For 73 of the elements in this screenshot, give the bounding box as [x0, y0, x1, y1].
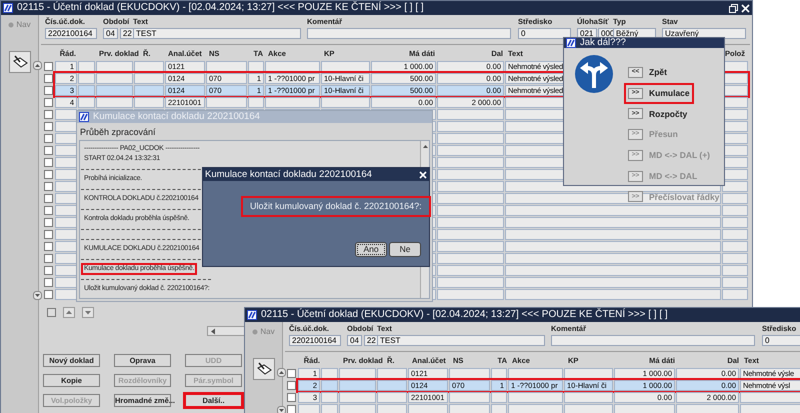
- checkbox[interactable]: [44, 242, 53, 251]
- pen-paper-icon: [256, 362, 272, 376]
- horizontal-scrollbar[interactable]: [207, 326, 247, 336]
- checkbox[interactable]: [44, 110, 53, 119]
- input-field[interactable]: 0: [518, 28, 571, 39]
- option-label: MD <-> DAL: [649, 170, 698, 182]
- option-label: Přesun: [649, 128, 678, 141]
- dialog-title: Kumulace kontací dokladu 2202100164: [205, 170, 372, 180]
- app-logo-icon: [79, 112, 89, 122]
- checkbox[interactable]: [44, 86, 53, 95]
- scroll-up-icon[interactable]: [277, 368, 286, 377]
- app-logo-icon: [566, 38, 576, 48]
- input-field[interactable]: 04: [347, 335, 362, 346]
- scroll-down-icon[interactable]: [277, 406, 286, 413]
- checkbox[interactable]: [287, 393, 296, 402]
- checkbox[interactable]: [44, 122, 53, 131]
- input-field[interactable]: 0: [762, 335, 800, 346]
- input-field[interactable]: 04: [103, 28, 118, 39]
- nav-dot-icon: [8, 22, 14, 28]
- checkbox[interactable]: [44, 194, 53, 203]
- checkbox[interactable]: [44, 74, 53, 83]
- nav-dot-icon: [252, 329, 258, 335]
- input-field[interactable]: [307, 28, 511, 39]
- checkbox[interactable]: [44, 134, 53, 143]
- option-label: Přečíslovat řádky: [649, 190, 720, 204]
- checkbox[interactable]: [44, 254, 53, 263]
- restore-icon[interactable]: [729, 4, 738, 12]
- section-title: Průběh zpracování: [80, 126, 156, 138]
- scroll-up-icon[interactable]: [33, 61, 42, 70]
- move-up-icon[interactable]: [63, 307, 75, 318]
- move-down-icon[interactable]: [82, 307, 94, 318]
- app-logo-icon: [3, 3, 13, 13]
- input-field[interactable]: [551, 335, 755, 346]
- nav-button[interactable]: [252, 358, 274, 380]
- checkbox[interactable]: [44, 182, 53, 191]
- dialog-button[interactable]: Ano: [355, 242, 387, 257]
- dialog-message: Uložit kumulovaný doklad č. 2202100164?:: [241, 196, 431, 217]
- checkbox[interactable]: [44, 290, 53, 299]
- close-icon[interactable]: [741, 4, 750, 12]
- input-field[interactable]: TEST: [377, 335, 545, 346]
- window-title: 02115 - Účetní doklad (EKUCDOKV) - [02.04.2024; 13:27] <<< POUZE KE ČTENÍ >>> [ ] [ ]: [261, 310, 668, 320]
- checkbox[interactable]: [44, 158, 53, 167]
- window-title: Kumulace kontací dokladu 2202100164: [93, 112, 260, 122]
- checkbox[interactable]: [44, 62, 53, 71]
- input-field[interactable]: 22: [120, 28, 135, 39]
- checkbox[interactable]: [44, 218, 53, 227]
- checkbox[interactable]: [287, 369, 296, 378]
- option-label: Rozpočty: [649, 108, 688, 120]
- input-field[interactable]: 22: [364, 335, 379, 346]
- input-field[interactable]: 2202100164: [289, 335, 341, 346]
- scroll-left-icon[interactable]: [210, 328, 216, 334]
- checkbox[interactable]: [47, 308, 56, 317]
- dialog-title: Jak dál???: [580, 38, 626, 48]
- nav-button[interactable]: [8, 51, 30, 73]
- checkbox[interactable]: [44, 230, 53, 239]
- scroll-down-icon[interactable]: [33, 291, 42, 300]
- window-title: 02115 - Účetní doklad (EKUCDOKV) - [02.04.2024; 13:27] <<< POUZE KE ČTENÍ >>> [ ] [ ]: [17, 3, 424, 13]
- checkbox[interactable]: [44, 98, 53, 107]
- fork-arrows-icon: [575, 55, 613, 93]
- app-logo-icon: [247, 310, 257, 320]
- checkbox[interactable]: [44, 146, 53, 155]
- pen-paper-icon: [12, 55, 28, 69]
- input-field[interactable]: 2202100164: [45, 28, 97, 39]
- checkbox[interactable]: [287, 405, 296, 413]
- checkbox[interactable]: [44, 170, 53, 179]
- checkbox[interactable]: [44, 278, 53, 287]
- input-field[interactable]: TEST: [133, 28, 301, 39]
- close-icon[interactable]: [419, 170, 427, 178]
- checkbox[interactable]: [44, 206, 53, 215]
- dialog-button[interactable]: Ne: [389, 242, 421, 257]
- checkbox[interactable]: [44, 266, 53, 275]
- option-label: MD <-> DAL (+): [649, 149, 710, 162]
- checkbox[interactable]: [287, 381, 296, 390]
